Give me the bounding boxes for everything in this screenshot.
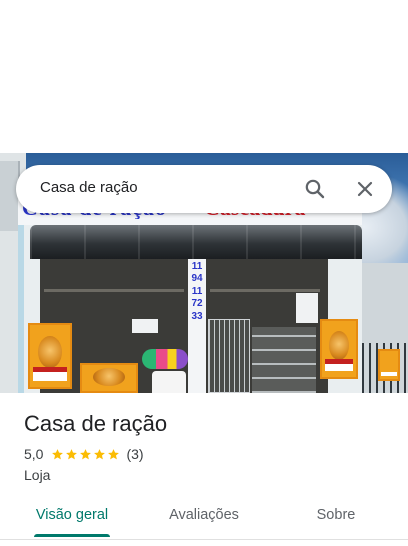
place-title: Casa de ração bbox=[24, 411, 168, 436]
metal-rack bbox=[252, 327, 316, 393]
poster-dog-bottom bbox=[80, 363, 138, 393]
pillar-phone-number: 1194117233 bbox=[191, 261, 203, 322]
rating-value: 5,0 bbox=[24, 446, 44, 462]
awning-ribs bbox=[30, 225, 362, 259]
star-icon bbox=[94, 448, 106, 459]
tab-about[interactable]: Sobre bbox=[296, 496, 376, 536]
bird-cage bbox=[208, 319, 250, 393]
tab-reviews[interactable]: Avaliações bbox=[150, 496, 258, 536]
star-icon bbox=[52, 448, 64, 459]
search-bar[interactable]: Casa de ração bbox=[16, 165, 392, 213]
close-icon[interactable] bbox=[353, 177, 377, 201]
rating-row[interactable]: 5,0 (3) bbox=[24, 445, 144, 463]
search-input[interactable]: Casa de ração bbox=[40, 165, 138, 213]
poster-small-right bbox=[378, 349, 400, 381]
poster-dog-left bbox=[28, 323, 72, 389]
star-icon bbox=[80, 448, 92, 459]
place-category: Loja bbox=[24, 467, 51, 483]
active-tab-indicator bbox=[34, 534, 110, 537]
map-blank-area bbox=[0, 0, 408, 153]
star-icon bbox=[66, 448, 78, 459]
review-count[interactable]: (3) bbox=[126, 446, 143, 462]
poster-dog-right bbox=[320, 319, 358, 379]
search-icon[interactable] bbox=[303, 177, 327, 201]
pet-bowl bbox=[152, 371, 186, 393]
tab-overview[interactable]: Visão geral bbox=[22, 496, 122, 536]
star-rating bbox=[51, 448, 120, 461]
pet-toys bbox=[142, 349, 188, 369]
star-icon bbox=[108, 448, 120, 459]
